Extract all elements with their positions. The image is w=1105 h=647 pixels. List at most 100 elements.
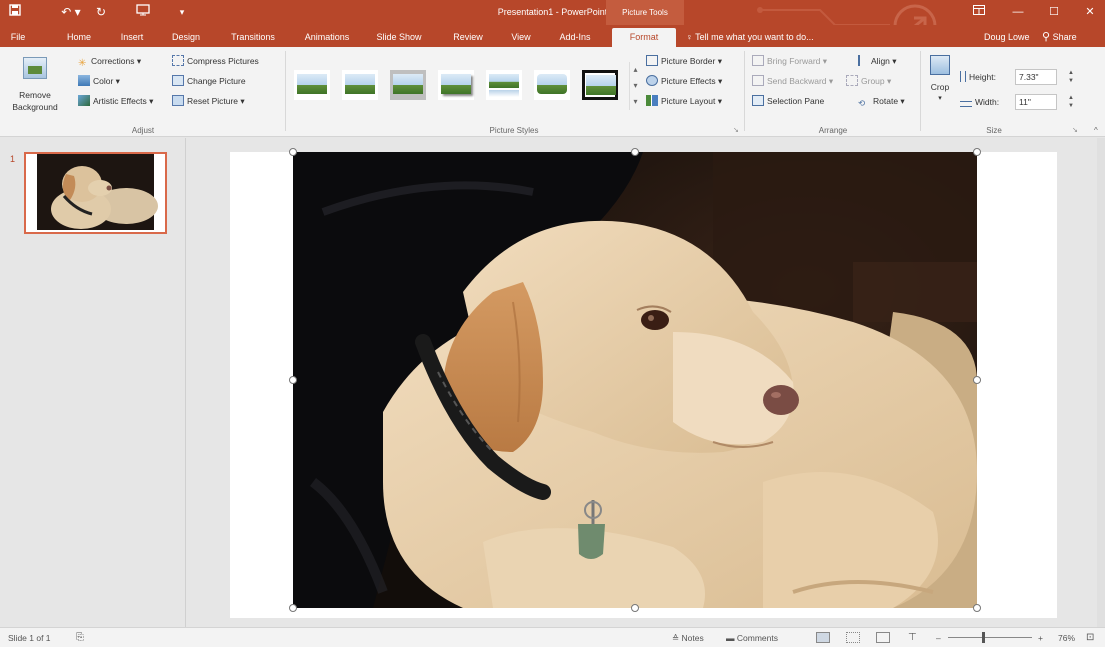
- size-launcher-icon[interactable]: ↘: [1072, 123, 1078, 139]
- picture-style-rounded[interactable]: [534, 70, 570, 100]
- send-backward-button[interactable]: Send Backward ▾: [752, 73, 833, 89]
- reset-picture-button[interactable]: Reset Picture ▾: [172, 93, 245, 109]
- tab-format[interactable]: Format: [612, 28, 676, 47]
- picture-effects-label: Picture Effects: [661, 76, 716, 86]
- resize-handle-bottom[interactable]: [631, 604, 639, 612]
- width-input[interactable]: 11": [1015, 94, 1057, 110]
- reset-picture-label: Reset Picture: [187, 96, 239, 106]
- gallery-more-icon[interactable]: ▾: [630, 94, 641, 110]
- zoom-slider-thumb[interactable]: [982, 632, 985, 643]
- tab-design[interactable]: Design: [164, 28, 208, 47]
- change-picture-button[interactable]: Change Picture: [172, 73, 246, 89]
- vertical-scrollbar[interactable]: [1097, 138, 1105, 627]
- remove-background-label-2: Background: [12, 102, 58, 112]
- ribbon-display-options-icon[interactable]: [962, 0, 996, 25]
- width-spinner-icon[interactable]: ▲ ▼: [1066, 94, 1076, 110]
- normal-view-icon[interactable]: [816, 632, 830, 643]
- spelling-check-icon[interactable]: ⎘: [76, 628, 84, 647]
- height-spinner-icon[interactable]: ▲ ▼: [1066, 69, 1076, 85]
- tab-review[interactable]: Review: [446, 28, 490, 47]
- bring-forward-button[interactable]: Bring Forward ▾: [752, 53, 827, 69]
- comments-button[interactable]: ▬ Comments: [726, 628, 778, 647]
- picture-layout-button[interactable]: Picture Layout ▾: [646, 93, 722, 109]
- rotate-button[interactable]: ⟲ Rotate ▾: [858, 93, 905, 109]
- fit-slide-icon[interactable]: ⊡: [1086, 628, 1094, 647]
- align-label: Align: [871, 56, 890, 66]
- picture-style-thick-black[interactable]: [582, 70, 618, 100]
- picture-border-label: Picture Border: [661, 56, 716, 66]
- title-bar: ↶ ▾ ↻ ▾ Presentation1 - PowerPoint Pictu…: [0, 0, 1105, 47]
- compress-pictures-button[interactable]: Compress Pictures: [172, 53, 259, 69]
- resize-handle-bottom-right[interactable]: [973, 604, 981, 612]
- tab-insert[interactable]: Insert: [112, 28, 152, 47]
- resize-handle-bottom-left[interactable]: [289, 604, 297, 612]
- artistic-effects-button[interactable]: Artistic Effects ▾: [78, 93, 153, 109]
- maximize-icon[interactable]: ☐: [1037, 0, 1071, 25]
- resize-handle-top-left[interactable]: [289, 148, 297, 156]
- user-name[interactable]: Doug Lowe: [984, 28, 1030, 47]
- tab-view[interactable]: View: [504, 28, 538, 47]
- gallery-down-icon[interactable]: ▾: [630, 78, 641, 94]
- group-button[interactable]: Group ▾: [846, 73, 891, 89]
- group-divider: [744, 51, 745, 131]
- tell-me-search[interactable]: ♀ Tell me what you want to do...: [686, 28, 814, 47]
- picture-styles-group-label: Picture Styles: [489, 126, 539, 135]
- picture-border-button[interactable]: Picture Border ▾: [646, 53, 722, 69]
- align-icon: [858, 55, 868, 66]
- remove-background-button[interactable]: Remove Background: [4, 51, 66, 123]
- tab-animations[interactable]: Animations: [296, 28, 358, 47]
- selection-pane-button[interactable]: Selection Pane: [752, 93, 824, 109]
- compress-pictures-label: Compress Pictures: [187, 56, 259, 66]
- picture-style-soft-edge[interactable]: [342, 70, 378, 100]
- crop-icon: [930, 55, 950, 75]
- resize-handle-left[interactable]: [289, 376, 297, 384]
- zoom-slider[interactable]: [948, 632, 1032, 643]
- picture-styles-launcher-icon[interactable]: ↘: [733, 123, 739, 139]
- slide-show-view-icon[interactable]: ⊤: [908, 628, 917, 647]
- zoom-level[interactable]: 76%: [1058, 628, 1075, 647]
- crop-dropdown-icon: ▾: [938, 95, 942, 102]
- color-button[interactable]: Color ▾: [78, 73, 120, 89]
- crop-button[interactable]: Crop ▾: [926, 51, 954, 113]
- slide-sorter-view-icon[interactable]: [846, 632, 860, 643]
- height-input[interactable]: 7.33": [1015, 69, 1057, 85]
- picture-style-drop-shadow[interactable]: [438, 70, 474, 100]
- remove-background-icon: [23, 57, 47, 79]
- tab-add-ins[interactable]: Add-Ins: [552, 28, 598, 47]
- rotate-label: Rotate: [873, 96, 899, 106]
- resize-handle-right[interactable]: [973, 376, 981, 384]
- zoom-out-icon[interactable]: –: [936, 628, 941, 647]
- align-button[interactable]: Align ▾: [858, 53, 897, 69]
- send-backward-icon: [752, 75, 764, 86]
- notes-button[interactable]: ≙ Notes: [672, 628, 704, 647]
- slide-thumbnail[interactable]: [24, 152, 167, 234]
- picture-style-reflected[interactable]: [486, 70, 522, 100]
- tab-home[interactable]: Home: [60, 28, 98, 47]
- gallery-up-icon[interactable]: ▴: [630, 62, 641, 78]
- share-button[interactable]: ⚲ Share: [1042, 28, 1077, 47]
- compress-pictures-icon: [172, 55, 184, 66]
- color-icon: [78, 75, 90, 86]
- slide-info: Slide 1 of 1: [8, 633, 51, 643]
- change-picture-label: Change Picture: [187, 76, 246, 86]
- selected-picture[interactable]: [293, 152, 977, 608]
- corrections-button[interactable]: ✳ Corrections ▾: [78, 53, 141, 69]
- picture-style-simple-frame[interactable]: [294, 70, 330, 100]
- picture-style-metal-frame[interactable]: [390, 70, 426, 100]
- resize-handle-top[interactable]: [631, 148, 639, 156]
- collapse-ribbon-icon[interactable]: ^: [1094, 123, 1098, 139]
- tab-file[interactable]: File: [4, 28, 32, 47]
- zoom-in-icon[interactable]: +: [1038, 628, 1043, 647]
- picture-effects-button[interactable]: Picture Effects ▾: [646, 73, 722, 89]
- reading-view-icon[interactable]: [876, 632, 890, 643]
- group-label: Group: [861, 76, 885, 86]
- close-icon[interactable]: ✕: [1073, 0, 1105, 25]
- notes-label: Notes: [681, 633, 704, 643]
- resize-handle-top-right[interactable]: [973, 148, 981, 156]
- tab-transitions[interactable]: Transitions: [222, 28, 284, 47]
- group-divider: [920, 51, 921, 131]
- dog-photo-image: [293, 152, 977, 608]
- tab-slide-show[interactable]: Slide Show: [370, 28, 428, 47]
- minimize-icon[interactable]: —: [1001, 0, 1035, 25]
- gallery-scroll[interactable]: ▴ ▾ ▾: [629, 62, 641, 110]
